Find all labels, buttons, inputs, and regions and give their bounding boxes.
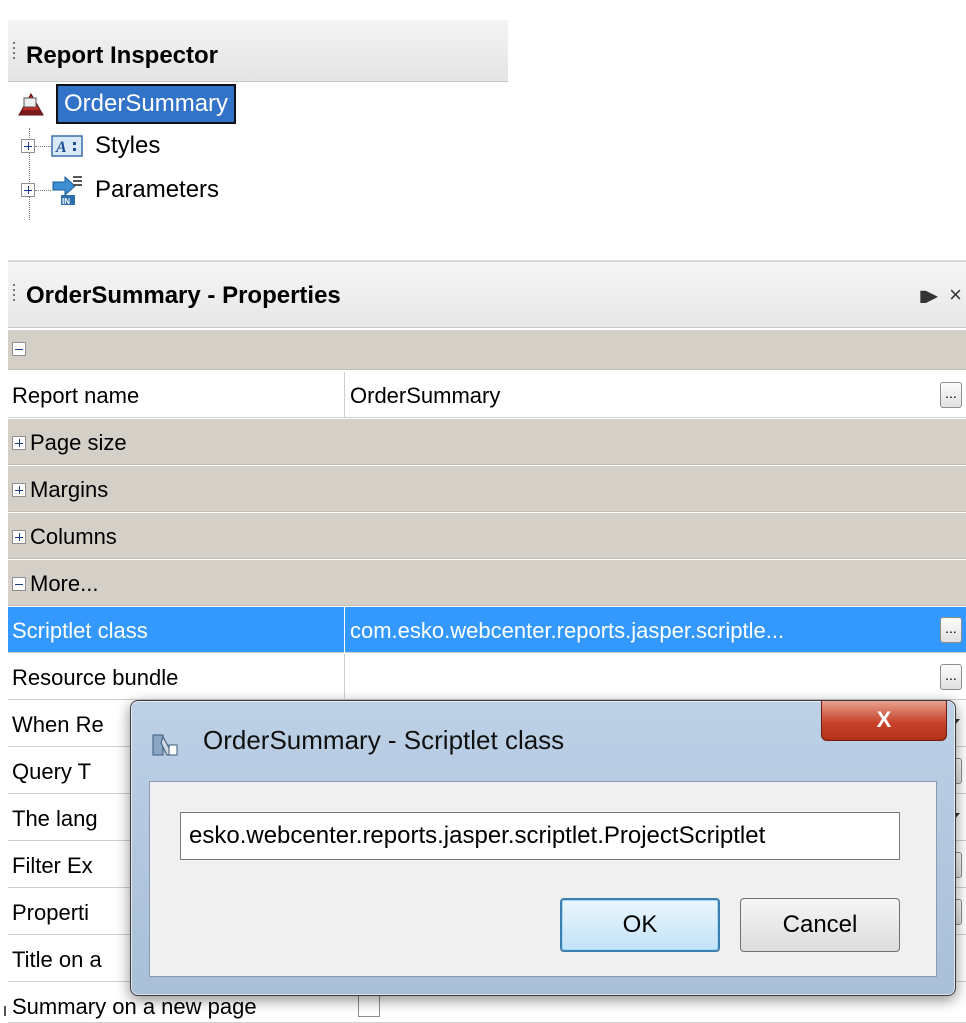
cancel-button[interactable]: Cancel xyxy=(740,898,900,952)
expand-plus-icon[interactable] xyxy=(12,530,26,544)
property-name: Columns xyxy=(30,524,117,549)
column-divider xyxy=(344,654,345,700)
expand-plus-icon[interactable] xyxy=(12,483,26,497)
dialog-close-button[interactable]: X xyxy=(821,701,947,741)
expand-plus-icon[interactable] xyxy=(12,436,26,450)
parameters-icon: IN xyxy=(52,175,82,206)
tree-dot-connector xyxy=(35,145,51,147)
property-name: Resource bundle xyxy=(12,665,179,690)
property-name: Title on a xyxy=(12,947,102,972)
property-name: Properti xyxy=(12,900,90,925)
ellipsis-button[interactable]: ... xyxy=(940,664,962,690)
property-group-header[interactable] xyxy=(8,330,966,370)
tree-node-label: Parameters xyxy=(95,176,220,203)
tree-root-label[interactable]: OrderSummary xyxy=(56,84,237,124)
property-name: Scriptlet class xyxy=(12,618,148,643)
expand-plus-icon[interactable] xyxy=(21,139,35,153)
property-value[interactable]: com.esko.webcenter.reports.jasper.script… xyxy=(350,618,784,644)
property-name: When Re xyxy=(12,712,104,737)
column-divider xyxy=(344,372,345,418)
property-name: The lang xyxy=(12,806,98,831)
properties-title: OrderSummary - Properties xyxy=(26,282,341,309)
property-row-page-size[interactable]: Page size xyxy=(8,419,966,465)
property-name: More... xyxy=(30,571,99,596)
report-inspector-titlebar[interactable]: Report Inspector xyxy=(8,20,508,82)
maximize-panel-icon[interactable]: ▮▶ xyxy=(919,286,938,306)
summary-new-page-checkbox[interactable] xyxy=(358,995,380,1017)
collapse-minus-icon[interactable] xyxy=(12,342,26,356)
property-name-wrap: Columns xyxy=(12,524,117,550)
property-name: Page size xyxy=(30,430,127,455)
property-row-scriptlet-class[interactable]: Scriptlet class com.esko.webcenter.repor… xyxy=(8,607,966,653)
tree-node-label: Styles xyxy=(95,132,161,159)
column-divider xyxy=(344,607,345,653)
property-name: Query T xyxy=(12,759,92,784)
property-name: Filter Ex xyxy=(12,853,93,878)
dialog-title: OrderSummary - Scriptlet class xyxy=(203,725,565,755)
properties-titlebar[interactable]: OrderSummary - Properties ▮▶ × xyxy=(8,260,966,328)
tree-dot-connector xyxy=(35,189,51,191)
tree-node-parameters[interactable]: IN Parameters xyxy=(21,170,219,210)
report-icon xyxy=(18,92,44,116)
property-row-resource-bundle[interactable]: Resource bundle ... xyxy=(8,654,966,700)
scriptlet-class-dialog: OrderSummary - Scriptlet class X OK Canc… xyxy=(130,700,956,996)
property-value[interactable]: OrderSummary xyxy=(350,383,500,409)
dialog-body: OK Cancel xyxy=(149,781,937,977)
styles-icon: A xyxy=(51,135,83,157)
scriptlet-class-input[interactable] xyxy=(180,812,900,860)
report-inspector-title: Report Inspector xyxy=(26,42,219,69)
report-inspector-panel: Report Inspector OrderSummary A Styles I… xyxy=(8,10,508,220)
property-name: Margins xyxy=(30,477,109,502)
ok-button[interactable]: OK xyxy=(560,898,720,952)
app-icon xyxy=(152,734,178,756)
ellipsis-button[interactable]: ... xyxy=(940,382,962,408)
drag-grip-icon[interactable] xyxy=(13,42,17,62)
property-name: Summary on a new page xyxy=(12,994,257,1019)
close-icon[interactable]: × xyxy=(949,282,962,308)
property-name-wrap: More... xyxy=(12,571,98,597)
ellipsis-button[interactable]: ... xyxy=(940,617,962,643)
drag-grip-icon[interactable] xyxy=(13,284,17,304)
property-name-wrap: Margins xyxy=(12,477,108,503)
property-row-report-name[interactable]: Report name OrderSummary ... xyxy=(8,372,966,418)
property-name-wrap: Page size xyxy=(12,430,127,456)
svg-text:IN: IN xyxy=(62,197,70,206)
edge-mark xyxy=(4,1006,6,1016)
tree-root-node[interactable]: OrderSummary xyxy=(16,84,237,124)
collapse-minus-icon[interactable] xyxy=(12,577,26,591)
property-row-more[interactable]: More... xyxy=(8,560,966,606)
property-row-columns[interactable]: Columns xyxy=(8,513,966,559)
property-row-margins[interactable]: Margins xyxy=(8,466,966,512)
property-name: Report name xyxy=(12,383,140,408)
expand-plus-icon[interactable] xyxy=(21,183,35,197)
svg-text:A: A xyxy=(55,139,67,156)
tree-node-styles[interactable]: A Styles xyxy=(21,126,160,166)
